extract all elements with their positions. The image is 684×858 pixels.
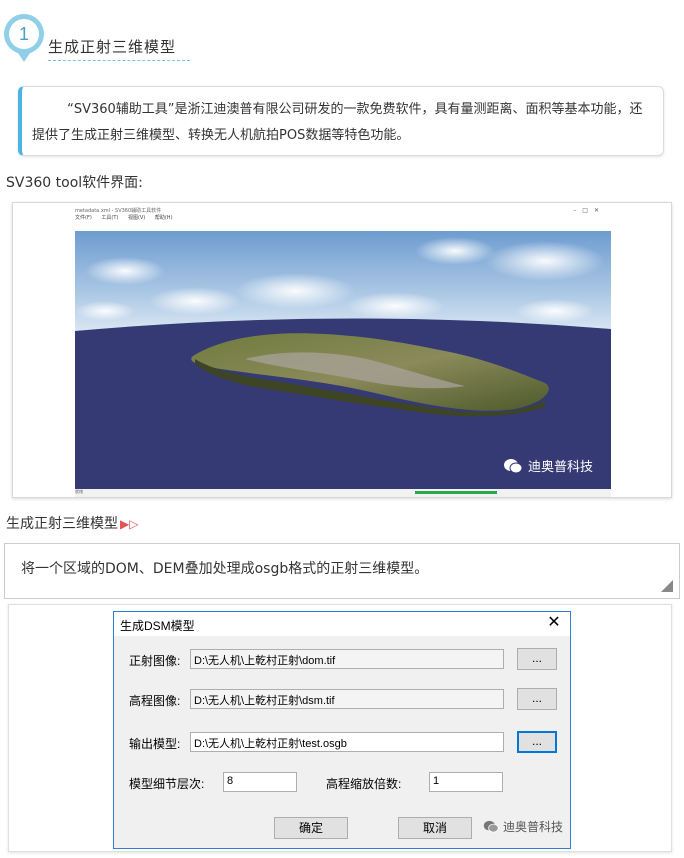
ortho-image-label: 正射图像: xyxy=(129,654,181,668)
watermark: 迪奥普科技 xyxy=(503,456,593,475)
elevation-image-label: 高程图像: xyxy=(129,694,181,708)
watermark-2-text: 迪奥普科技 xyxy=(503,820,564,834)
cloud xyxy=(235,273,355,309)
output-model-label: 输出模型: xyxy=(129,737,181,751)
app-screenshot: metadata.xml - SV360辅助工具软件 –□✕ 文件(F) 工具(… xyxy=(12,202,672,498)
cloud xyxy=(149,287,241,315)
3d-viewport[interactable]: 迪奥普科技 xyxy=(75,231,611,489)
ortho-image-field[interactable]: D:\无人机\上乾村正射\dom.tif xyxy=(190,649,504,669)
app-menubar: 文件(F) 工具(T) 视图(V) 帮助(H) xyxy=(75,214,609,222)
cloud xyxy=(345,292,445,320)
cancel-button[interactable]: 取消 xyxy=(398,817,472,839)
section-number-badge: 1 xyxy=(4,14,44,54)
section-header: 1 生成正射三维模型 xyxy=(4,8,204,68)
generate-dsm-dialog: 生成DSM模型 ✕ 正射图像: D:\无人机\上乾村正射\dom.tif ...… xyxy=(113,611,571,849)
badge-pointer xyxy=(16,50,32,62)
dialog-title: 生成DSM模型 xyxy=(120,619,195,633)
terrain-scene xyxy=(75,231,611,489)
watermark-text: 迪奥普科技 xyxy=(527,460,593,475)
description-text: 将一个区域的DOM、DEM叠加处理成osgb格式的正射三维模型。 xyxy=(21,561,429,577)
arrow-icon: ▶▷ xyxy=(120,517,139,531)
generate-caption-text: 生成正射三维模型 xyxy=(6,516,118,532)
menu-tools[interactable]: 工具(T) xyxy=(101,215,118,221)
cloud xyxy=(485,241,605,281)
menu-help[interactable]: 帮助(H) xyxy=(155,215,173,221)
output-model-field[interactable]: D:\无人机\上乾村正射\test.osgb xyxy=(190,732,504,752)
output-browse-button[interactable]: ... xyxy=(517,731,557,753)
cloud xyxy=(75,301,135,321)
ok-button[interactable]: 确定 xyxy=(274,817,348,839)
intro-box: “SV360辅助工具”是浙江迪澳普有限公司研发的一款免费软件，具有量测距离、面积… xyxy=(18,86,664,156)
elevation-image-field[interactable]: D:\无人机\上乾村正射\dsm.tif xyxy=(190,689,504,709)
ortho-browse-button[interactable]: ... xyxy=(517,648,557,670)
watermark-2: 迪奥普科技 xyxy=(483,818,563,835)
cloud xyxy=(515,299,595,323)
corner-fold-icon xyxy=(661,580,673,592)
section-title: 生成正射三维模型 xyxy=(48,36,190,61)
interface-caption: SV360 tool软件界面: xyxy=(6,175,143,191)
wechat-icon xyxy=(483,820,499,833)
section-number: 1 xyxy=(9,19,39,49)
window-controls[interactable]: –□✕ xyxy=(573,207,605,214)
app-statusbar: 就绪 xyxy=(75,489,611,497)
intro-text: “SV360辅助工具”是浙江迪澳普有限公司研发的一款免费软件，具有量测距离、面积… xyxy=(32,102,643,143)
generate-caption: 生成正射三维模型 ▶▷ xyxy=(6,513,138,533)
cloud xyxy=(85,257,165,285)
cloud xyxy=(415,237,495,265)
close-button[interactable]: ✕ xyxy=(544,613,564,633)
lod-label: 模型细节层次: xyxy=(129,777,205,791)
progress-bar xyxy=(415,491,497,494)
dialog-titlebar: 生成DSM模型 ✕ xyxy=(114,612,570,636)
elevation-scale-label: 高程缩放倍数: xyxy=(326,777,402,791)
menu-file[interactable]: 文件(F) xyxy=(75,215,92,221)
status-text: 就绪 xyxy=(75,489,83,494)
elevation-scale-input[interactable]: 1 xyxy=(429,772,503,792)
progress-fill xyxy=(415,491,497,494)
lod-input[interactable]: 8 xyxy=(223,772,297,792)
dialog-screenshot: 生成DSM模型 ✕ 正射图像: D:\无人机\上乾村正射\dom.tif ...… xyxy=(8,604,672,852)
wechat-icon xyxy=(503,458,523,473)
description-box: 将一个区域的DOM、DEM叠加处理成osgb格式的正射三维模型。 xyxy=(4,543,680,599)
elevation-browse-button[interactable]: ... xyxy=(517,688,557,710)
menu-view[interactable]: 视图(V) xyxy=(128,215,145,221)
